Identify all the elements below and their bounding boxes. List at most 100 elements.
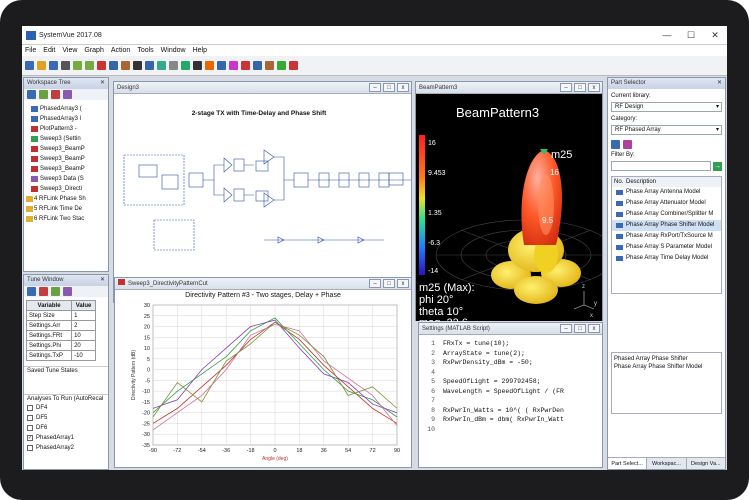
menu-view[interactable]: View bbox=[62, 47, 77, 54]
current-library-select[interactable]: RF Design ▾ bbox=[611, 102, 722, 112]
maximize-button[interactable]: □ bbox=[383, 83, 395, 92]
grid-icon[interactable] bbox=[169, 61, 178, 70]
open-icon[interactable] bbox=[37, 61, 46, 70]
analysis-checkbox[interactable] bbox=[27, 445, 33, 451]
minimize-button[interactable]: – bbox=[560, 324, 572, 333]
maximize-button[interactable]: □ bbox=[383, 279, 395, 288]
stop-icon[interactable] bbox=[289, 61, 298, 70]
chart-icon[interactable] bbox=[253, 61, 262, 70]
close-button[interactable]: x bbox=[588, 324, 600, 333]
minimize-button[interactable]: – bbox=[560, 83, 572, 92]
maximize-button[interactable]: ☐ bbox=[679, 26, 703, 45]
remove-variable-icon[interactable] bbox=[39, 287, 48, 296]
menu-graph[interactable]: Graph bbox=[84, 47, 103, 54]
analysis-checkbox[interactable] bbox=[27, 425, 33, 431]
redo-icon[interactable] bbox=[85, 61, 94, 70]
tune-value[interactable]: -10 bbox=[71, 350, 96, 361]
select-icon[interactable] bbox=[145, 61, 154, 70]
zoom-icon[interactable] bbox=[157, 61, 166, 70]
script-editor[interactable]: 1 FRxTx = tune(10); 2 ArrayState = tune(2);… bbox=[419, 335, 602, 434]
close-icon[interactable]: ✕ bbox=[100, 275, 105, 286]
analysis-checkbox[interactable]: ✓ bbox=[27, 435, 33, 441]
new-icon[interactable] bbox=[25, 61, 34, 70]
part-item[interactable]: Phase Array Phase Shifter Model bbox=[612, 220, 721, 231]
menu-file[interactable]: File bbox=[25, 47, 36, 54]
save-icon[interactable] bbox=[49, 61, 58, 70]
minimize-button[interactable]: – bbox=[369, 83, 381, 92]
menu-help[interactable]: Help bbox=[193, 47, 207, 54]
tab-part-selector[interactable]: Part Select... bbox=[608, 458, 648, 469]
maximize-button[interactable]: □ bbox=[574, 324, 586, 333]
tree-item[interactable]: Sweep3_Directi bbox=[24, 184, 108, 194]
tree-item[interactable]: PhasedArray3 l bbox=[24, 114, 108, 124]
close-icon[interactable]: ✕ bbox=[100, 78, 105, 89]
wire-icon[interactable] bbox=[181, 61, 190, 70]
copy-icon[interactable] bbox=[109, 61, 118, 70]
folder-icon[interactable] bbox=[39, 90, 48, 99]
pointer-icon[interactable] bbox=[133, 61, 142, 70]
run-icon[interactable] bbox=[277, 61, 286, 70]
cut-icon[interactable] bbox=[97, 61, 106, 70]
tree-item[interactable]: Sweep3 Data (S bbox=[24, 174, 108, 184]
part-item[interactable]: Phase Array Combiner/Splitter M bbox=[612, 209, 721, 220]
tree-item[interactable]: Sweep3_BeamP bbox=[24, 164, 108, 174]
palette-icon[interactable] bbox=[623, 140, 632, 149]
dataset-icon[interactable] bbox=[265, 61, 274, 70]
part-item[interactable]: Phase Array Time Delay Model bbox=[612, 253, 721, 264]
maximize-button[interactable]: □ bbox=[574, 83, 586, 92]
undo-icon[interactable] bbox=[73, 61, 82, 70]
part-item[interactable]: Phase Array Attenuator Model bbox=[612, 198, 721, 209]
options-icon[interactable] bbox=[63, 287, 72, 296]
tab-design-variables[interactable]: Design Va... bbox=[686, 458, 725, 469]
filter-input[interactable] bbox=[611, 161, 711, 171]
close-icon[interactable]: ✕ bbox=[717, 78, 722, 89]
color-icon[interactable] bbox=[205, 61, 214, 70]
analysis-checkbox[interactable] bbox=[27, 415, 33, 421]
save-state-icon[interactable] bbox=[51, 287, 60, 296]
close-button[interactable]: x bbox=[397, 279, 409, 288]
tune-value[interactable]: 10 bbox=[71, 330, 96, 341]
close-button[interactable]: x bbox=[397, 83, 409, 92]
chart-icon bbox=[118, 279, 125, 285]
paste-icon[interactable] bbox=[121, 61, 130, 70]
part-item[interactable]: Phase Array Antenna Model bbox=[612, 187, 721, 198]
tree-item[interactable]: PlotPattern3 - bbox=[24, 124, 108, 134]
tree-item[interactable]: 6 RFLink Two Stac bbox=[24, 214, 108, 224]
menu-action[interactable]: Action bbox=[111, 47, 130, 54]
tree-item[interactable]: 4 RFLink Phase Sh bbox=[24, 194, 108, 204]
beam-pattern-plot[interactable]: BeamPattern3 16 9.453 1.35 -6.3 -14 m25 … bbox=[416, 95, 602, 321]
properties-icon[interactable] bbox=[63, 90, 72, 99]
tree-item[interactable]: Sweep3_BeamP bbox=[24, 154, 108, 164]
tree-item[interactable]: Sweep3 (Settin bbox=[24, 134, 108, 144]
close-button[interactable]: ✕ bbox=[703, 26, 727, 45]
tab-workspace[interactable]: Workspac... bbox=[647, 458, 687, 469]
tree-item[interactable]: PhasedArray3 ( bbox=[24, 104, 108, 114]
directivity-chart[interactable]: -90 -72 -54 -36 -18 0 18 36 54 72 90 30 25 20 15 10 5 0 -5… bbox=[115, 301, 411, 467]
schematic-canvas[interactable] bbox=[114, 95, 411, 295]
print-icon[interactable] bbox=[61, 61, 70, 70]
plot-icon[interactable] bbox=[241, 61, 250, 70]
minimize-button[interactable]: – bbox=[369, 279, 381, 288]
align-icon[interactable] bbox=[217, 61, 226, 70]
marker-icon[interactable] bbox=[229, 61, 238, 70]
tree-item[interactable]: 5 RFLink Time De bbox=[24, 204, 108, 214]
apply-filter-button[interactable]: → bbox=[713, 161, 722, 171]
minimize-button[interactable]: — bbox=[655, 26, 679, 45]
add-icon[interactable] bbox=[27, 90, 36, 99]
tune-value[interactable]: 20 bbox=[71, 340, 96, 351]
menu-tools[interactable]: Tools bbox=[137, 47, 153, 54]
tune-value[interactable]: 2 bbox=[71, 320, 96, 331]
category-select[interactable]: RF Phased Array ▾ bbox=[611, 125, 722, 135]
part-item[interactable]: Phase Array S Parameter Model bbox=[612, 242, 721, 253]
tree-item[interactable]: Sweep3_BeamP bbox=[24, 144, 108, 154]
analysis-checkbox[interactable] bbox=[27, 405, 33, 411]
part-item[interactable]: Phase Array RxPort/TxSource M bbox=[612, 231, 721, 242]
menu-window[interactable]: Window bbox=[161, 47, 186, 54]
close-button[interactable]: x bbox=[588, 83, 600, 92]
text-icon[interactable] bbox=[193, 61, 202, 70]
add-variable-icon[interactable] bbox=[27, 287, 36, 296]
menu-edit[interactable]: Edit bbox=[43, 47, 55, 54]
tune-value[interactable]: 1 bbox=[71, 310, 96, 321]
library-icon[interactable] bbox=[611, 140, 620, 149]
delete-icon[interactable] bbox=[51, 90, 60, 99]
